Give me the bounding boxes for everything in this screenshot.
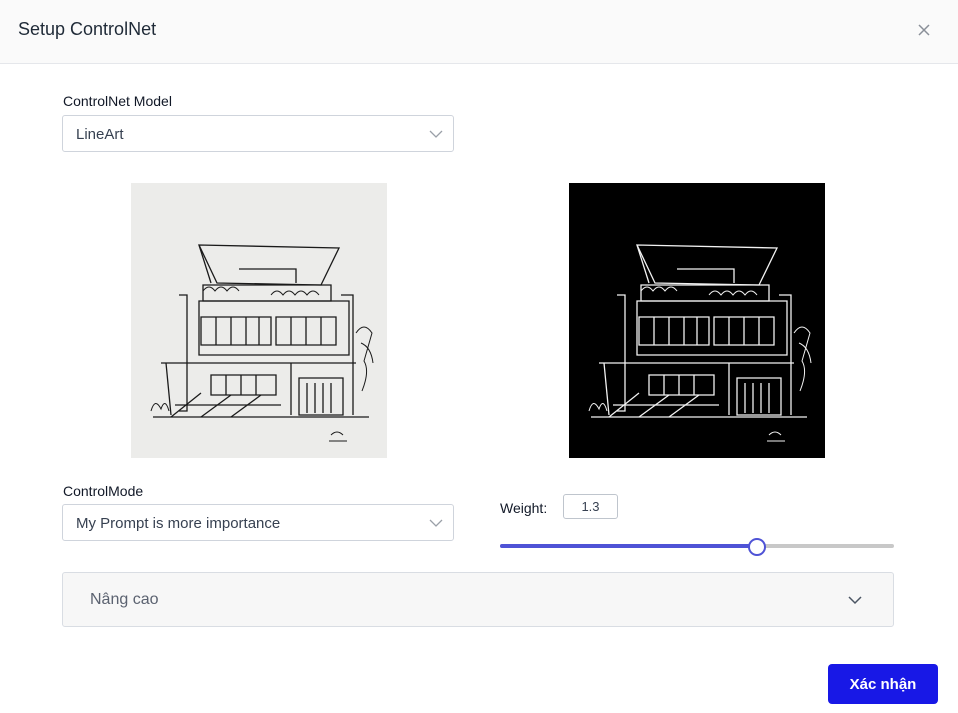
controlnet-model-label: ControlNet Model bbox=[63, 93, 172, 109]
controlnet-model-value: LineArt bbox=[76, 126, 124, 143]
preprocessed-image bbox=[569, 183, 825, 458]
dialog-header: Setup ControlNet bbox=[0, 0, 958, 64]
chevron-down-icon bbox=[429, 519, 443, 527]
close-icon bbox=[918, 24, 930, 36]
dialog-title: Setup ControlNet bbox=[18, 19, 157, 39]
close-button[interactable] bbox=[912, 18, 936, 42]
weight-label: Weight: bbox=[500, 500, 548, 516]
control-mode-select[interactable]: My Prompt is more importance bbox=[62, 504, 454, 541]
controlnet-model-select[interactable]: LineArt bbox=[62, 115, 454, 152]
slider-fill bbox=[500, 544, 756, 548]
slider-thumb[interactable] bbox=[748, 538, 766, 556]
source-image bbox=[131, 183, 387, 458]
confirm-button[interactable]: Xác nhận bbox=[828, 664, 938, 704]
weight-slider[interactable] bbox=[500, 538, 894, 556]
house-lineart-drawing bbox=[588, 244, 812, 442]
control-mode-label: ControlMode bbox=[63, 483, 144, 499]
advanced-settings-label: Nâng cao bbox=[90, 591, 159, 608]
chevron-down-icon bbox=[429, 130, 443, 138]
house-sketch-drawing bbox=[150, 244, 374, 442]
weight-input[interactable] bbox=[563, 494, 618, 519]
chevron-down-icon bbox=[848, 596, 862, 605]
controlnet-dialog: Setup ControlNet ControlNet Model LineAr… bbox=[0, 0, 958, 713]
control-mode-value: My Prompt is more importance bbox=[76, 515, 281, 532]
advanced-settings-accordion[interactable]: Nâng cao bbox=[62, 572, 894, 627]
